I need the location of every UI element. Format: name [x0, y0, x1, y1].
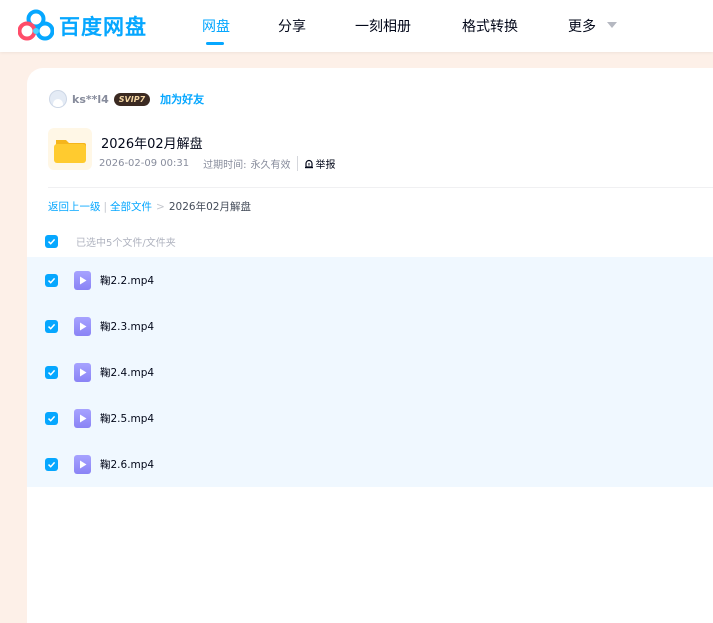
video-file-icon — [74, 454, 91, 474]
check-icon — [47, 238, 56, 245]
folder-title: 2026年02月解盘 — [101, 137, 203, 152]
video-file-icon — [74, 362, 91, 382]
svip-badge: SVIP7 — [113, 92, 151, 106]
expire-value: 永久有效 — [250, 160, 291, 171]
nav-format-convert[interactable]: 格式转换 — [462, 16, 518, 36]
report-button[interactable]: 举报 — [296, 156, 336, 171]
selection-summary: 已选中5个文件/文件夹 — [76, 237, 176, 249]
file-row[interactable]: 鞠2.6.mp4 — [27, 441, 713, 487]
breadcrumb-arrow: > — [156, 200, 165, 213]
share-created-time: 2026-02-09 00:31 — [99, 158, 190, 169]
file-name[interactable]: 鞠2.3.mp4 — [100, 319, 154, 334]
select-all-checkbox[interactable] — [45, 234, 58, 248]
sharer-info: ks**l4 SVIP7 加为好友 — [49, 89, 204, 109]
add-friend-link[interactable]: 加为好友 — [160, 91, 204, 107]
file-checkbox[interactable] — [45, 457, 58, 471]
folder-icon — [54, 140, 86, 163]
video-file-icon — [74, 270, 91, 290]
select-all-row: 已选中5个文件/文件夹 — [45, 234, 176, 249]
breadcrumb-separator: | — [103, 200, 108, 213]
file-checkbox[interactable] — [45, 273, 58, 287]
file-row[interactable]: 鞠2.5.mp4 — [27, 395, 713, 441]
nav-more[interactable]: 更多 — [568, 16, 596, 36]
baidu-netdisk-logo[interactable]: 百度网盘 — [18, 9, 147, 43]
file-row[interactable]: 鞠2.2.mp4 — [27, 257, 713, 303]
file-row[interactable]: 鞠2.4.mp4 — [27, 349, 713, 395]
avatar[interactable] — [49, 90, 67, 108]
active-nav-underline — [206, 42, 224, 45]
share-meta: 2026-02-09 00:31 过期时间: 永久有效 举报 — [99, 156, 336, 171]
check-icon — [47, 323, 56, 330]
breadcrumb: 返回上一级 | 全部文件 > 2026年02月解盘 — [48, 199, 251, 214]
file-name[interactable]: 鞠2.6.mp4 — [100, 457, 154, 472]
logo-text: 百度网盘 — [59, 15, 147, 39]
check-icon — [47, 415, 56, 422]
report-icon — [304, 159, 313, 168]
nav-share[interactable]: 分享 — [278, 16, 306, 36]
expire-label: 过期时间: — [203, 160, 247, 171]
chevron-down-icon[interactable] — [607, 22, 617, 28]
back-link[interactable]: 返回上一级 — [48, 199, 101, 214]
file-name[interactable]: 鞠2.4.mp4 — [100, 365, 154, 380]
nav-netdisk[interactable]: 网盘 — [202, 16, 230, 36]
nav-moment-album[interactable]: 一刻相册 — [355, 16, 411, 36]
file-checkbox[interactable] — [45, 365, 58, 379]
all-files-link[interactable]: 全部文件 — [110, 199, 152, 214]
breadcrumb-current: 2026年02月解盘 — [168, 201, 251, 213]
check-icon — [47, 277, 56, 284]
file-name[interactable]: 鞠2.5.mp4 — [100, 411, 154, 426]
divider — [48, 187, 713, 188]
report-label: 举报 — [315, 160, 336, 171]
file-name[interactable]: 鞠2.2.mp4 — [100, 273, 154, 288]
file-checkbox[interactable] — [45, 411, 58, 425]
video-file-icon — [74, 316, 91, 336]
folder-thumbnail — [48, 128, 92, 170]
check-icon — [47, 461, 56, 468]
file-checkbox[interactable] — [45, 319, 58, 333]
top-header: 百度网盘 网盘 分享 一刻相册 格式转换 更多 — [0, 0, 713, 52]
file-row[interactable]: 鞠2.3.mp4 — [27, 303, 713, 349]
file-list: 鞠2.2.mp4 鞠2.3.mp4 鞠2.4.mp4 鞠2.5.mp4 鞠2.6… — [27, 257, 713, 487]
video-file-icon — [74, 408, 91, 428]
check-icon — [47, 369, 56, 376]
cloud-logo-icon — [18, 9, 54, 41]
sharer-username[interactable]: ks**l4 — [72, 93, 109, 106]
